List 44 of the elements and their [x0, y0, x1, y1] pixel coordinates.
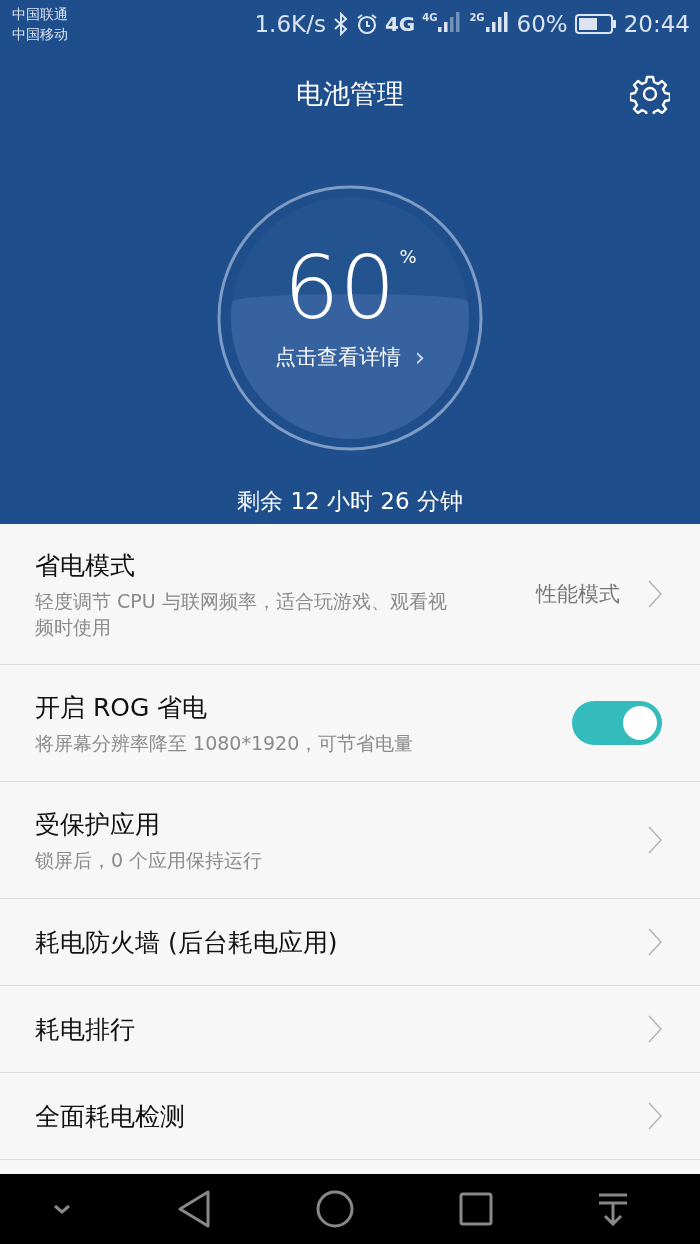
battery-icon [574, 13, 617, 35]
network-type-label: 4G [384, 12, 416, 36]
toggle-switch[interactable] [572, 701, 662, 745]
recent-apps-icon[interactable] [458, 1192, 493, 1226]
battery-percent: 60% [516, 11, 568, 37]
percent-sign: % [399, 246, 417, 267]
collapse-icon[interactable] [52, 1203, 73, 1215]
chevron-right-icon [648, 580, 662, 608]
alarm-clock-icon [355, 13, 378, 35]
settings-row[interactable]: 受保护应用 锁屏后，0 个应用保持运行 [0, 782, 700, 899]
current-mode: 性能模式 [536, 581, 620, 608]
network-speed: 1.6K/s [254, 11, 326, 37]
row-title: 全面耗电检测 [35, 1100, 186, 1133]
battery-percentage: 60 [283, 238, 396, 338]
row-title: 省电模式 [35, 549, 136, 582]
page-title: 电池管理 [296, 77, 404, 111]
settings-icon[interactable] [630, 74, 670, 114]
row-title: 受保护应用 [35, 808, 161, 841]
chevron-right-icon [648, 1015, 662, 1043]
details-link[interactable]: 点击查看详情 › [274, 342, 426, 372]
bluetooth-icon [332, 12, 349, 36]
home-icon[interactable] [316, 1190, 354, 1228]
carrier-name: 中国联通 [12, 5, 68, 24]
row-title: 耗电排行 [35, 1013, 136, 1046]
row-description: 锁屏后，0 个应用保持运行 [35, 847, 264, 873]
chevron-right-icon [648, 1102, 662, 1130]
settings-row[interactable]: 省电模式 轻度调节 CPU 与联网频率，适合玩游戏、观看视频时使用 性能模式 [0, 524, 700, 665]
settings-row[interactable]: 全面耗电检测 [0, 1073, 700, 1160]
clock-time: 20:44 [623, 11, 690, 37]
row-title: 开启 ROG 省电 [35, 691, 209, 724]
row-title: 耗电防火墙 (后台耗电应用) [35, 926, 339, 959]
chevron-right-icon [648, 928, 662, 956]
carrier-name: 中国移动 [12, 25, 68, 44]
settings-row[interactable]: 耗电防火墙 (后台耗电应用) [0, 899, 700, 986]
remaining-time: 剩余 12 小时 26 分钟 [236, 487, 464, 516]
back-icon[interactable] [177, 1190, 212, 1228]
notification-pull-down-icon[interactable] [597, 1192, 628, 1226]
settings-row[interactable]: 耗电排行 [0, 986, 700, 1073]
settings-row[interactable]: 开启 ROG 省电 将屏幕分辨率降至 1080*1920，可节省电量 [0, 665, 700, 782]
network-type-label: 2G [469, 12, 485, 23]
row-description: 将屏幕分辨率降至 1080*1920，可节省电量 [35, 730, 415, 756]
network-type-label: 4G [422, 12, 438, 23]
row-description: 轻度调节 CPU 与联网频率，适合玩游戏、观看视频时使用 [35, 588, 448, 640]
chevron-right-icon [648, 826, 662, 854]
